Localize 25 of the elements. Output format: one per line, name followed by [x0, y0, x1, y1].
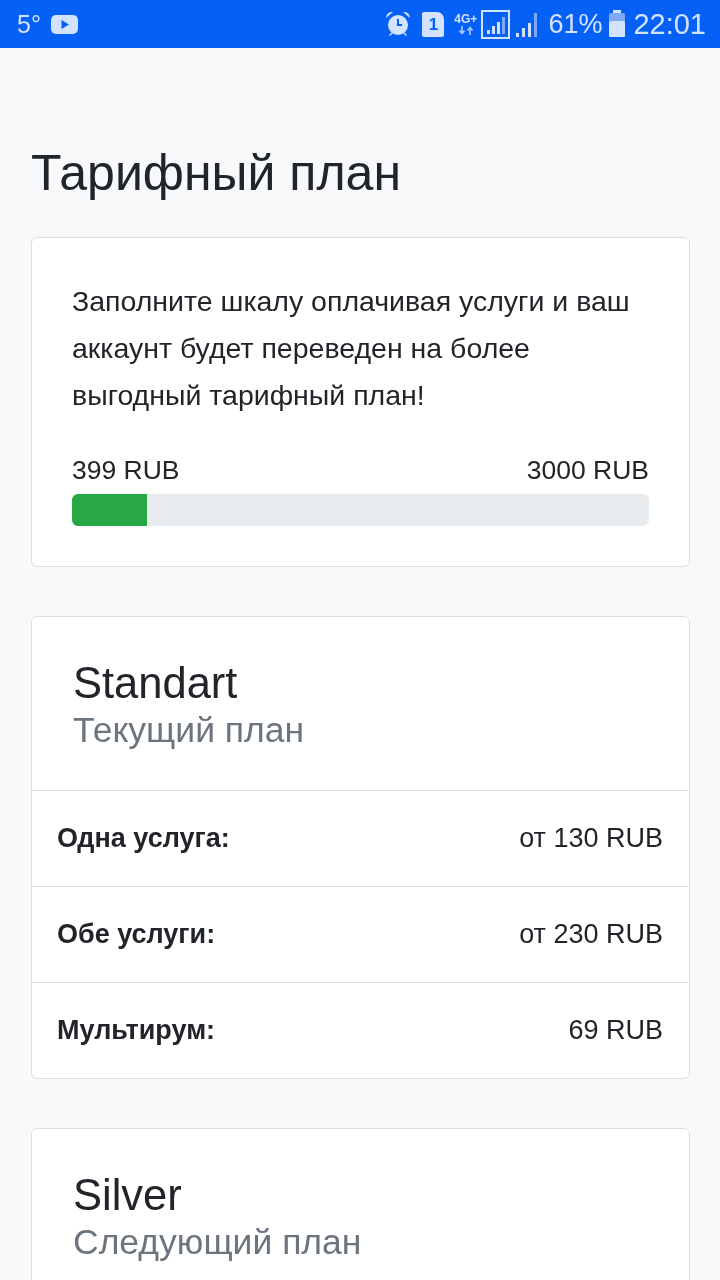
signal-icon: [481, 9, 511, 39]
signal-icon: [515, 11, 540, 37]
battery-percentage: 61%: [548, 8, 603, 40]
plan-status: Следующий план: [73, 1221, 363, 1263]
page-title: Тарифный план: [31, 144, 403, 202]
price-label: Одна услуга:: [57, 822, 230, 855]
plan-name: Standart: [73, 658, 239, 709]
alarm-clock-icon: [385, 11, 412, 37]
clock-time: 22:01: [633, 8, 706, 40]
data-arrows-icon: [457, 26, 474, 35]
target-amount: 3000 RUB: [526, 454, 649, 487]
info-text: Заполните шкалу оплачивая услуги и ваш аккаунт будет переведен на более выгодный тарифный план!: [72, 284, 631, 413]
current-amount: 399 RUB: [72, 454, 180, 487]
price-value: от 130 RUB: [519, 822, 663, 855]
price-label: Обе услуги:: [57, 918, 216, 951]
battery-icon: [608, 10, 627, 38]
video-app-icon: [50, 14, 78, 34]
network-type: 4G+: [454, 13, 478, 26]
plan-name: Silver: [73, 1170, 183, 1221]
price-value: от 230 RUB: [519, 918, 663, 951]
sim-slot-indicator: 1: [422, 11, 445, 37]
price-label: Мультирум:: [57, 1014, 216, 1047]
temperature: 5°: [17, 9, 41, 40]
price-value: 69 RUB: [568, 1014, 663, 1047]
plan-status: Текущий план: [73, 709, 306, 751]
